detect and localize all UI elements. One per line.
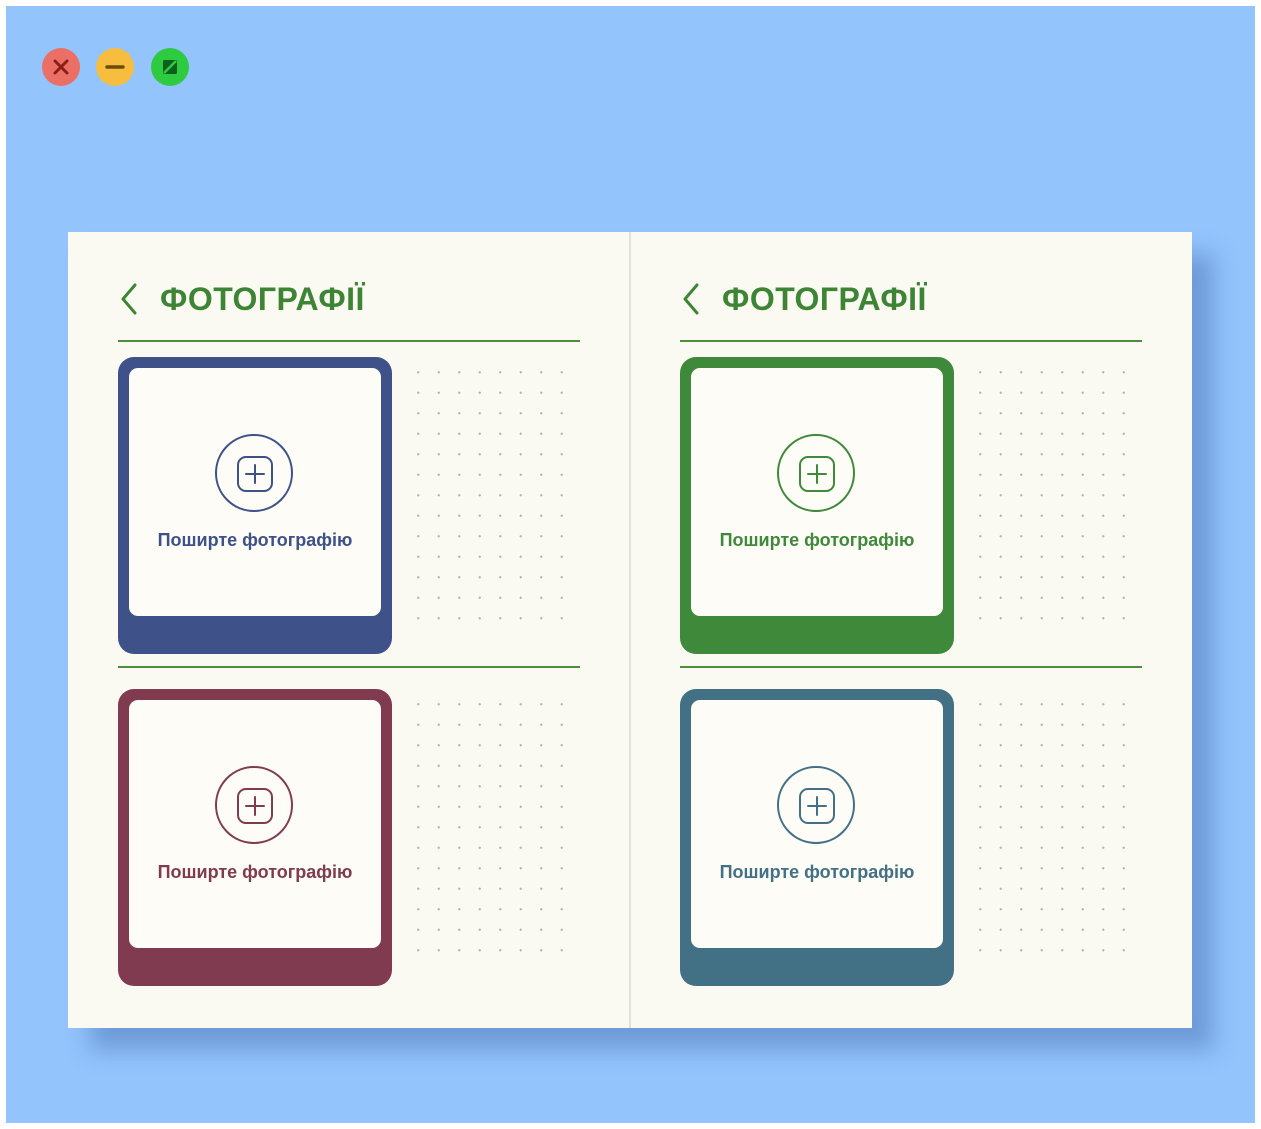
add-photo-button[interactable] [215,434,293,512]
maximize-icon [163,60,177,74]
photo-slot[interactable]: Поширте фотографію [129,368,381,616]
dot-grid [970,694,1142,962]
add-photo-icon [799,456,835,492]
dot-grid [408,694,580,962]
add-photo-button[interactable] [777,766,855,844]
photo-card: Поширте фотографію [680,357,954,654]
section-divider [118,666,580,668]
photo-slot[interactable]: Поширте фотографію [691,700,943,948]
add-photo-button[interactable] [777,434,855,512]
minimize-icon [105,65,125,69]
maximize-button[interactable] [151,48,189,86]
photo-slot[interactable]: Поширте фотографію [129,700,381,948]
card-caption: Поширте фотографію [719,530,915,550]
close-button[interactable] [42,48,80,86]
photo-album: ФОТОГРАФІЇ Поширте фотографію Поширте фо… [68,232,1192,1028]
app-window: ФОТОГРАФІЇ Поширте фотографію Поширте фо… [6,6,1255,1123]
add-photo-icon [237,456,273,492]
chevron-left-icon[interactable] [118,282,140,316]
close-icon [53,59,69,75]
right-page: ФОТОГРАФІЇ Поширте фотографію Поширте фо… [630,232,1192,1028]
photo-card: Поширте фотографію [118,689,392,986]
page-title: ФОТОГРАФІЇ [160,281,365,317]
section-divider [680,666,1142,668]
dot-grid [970,362,1142,630]
card-caption: Поширте фотографію [719,862,915,882]
card-caption: Поширте фотографію [157,530,353,550]
minimize-button[interactable] [96,48,134,86]
page-header: ФОТОГРАФІЇ [118,278,580,342]
photo-slot[interactable]: Поширте фотографію [691,368,943,616]
add-photo-icon [237,788,273,824]
chevron-left-icon[interactable] [680,282,702,316]
card-caption: Поширте фотографію [157,862,353,882]
photo-card: Поширте фотографію [118,357,392,654]
left-page: ФОТОГРАФІЇ Поширте фотографію Поширте фо… [68,232,630,1028]
dot-grid [408,362,580,630]
photo-card: Поширте фотографію [680,689,954,986]
page-header: ФОТОГРАФІЇ [680,278,1142,342]
page-title: ФОТОГРАФІЇ [722,281,927,317]
add-photo-icon [799,788,835,824]
add-photo-button[interactable] [215,766,293,844]
